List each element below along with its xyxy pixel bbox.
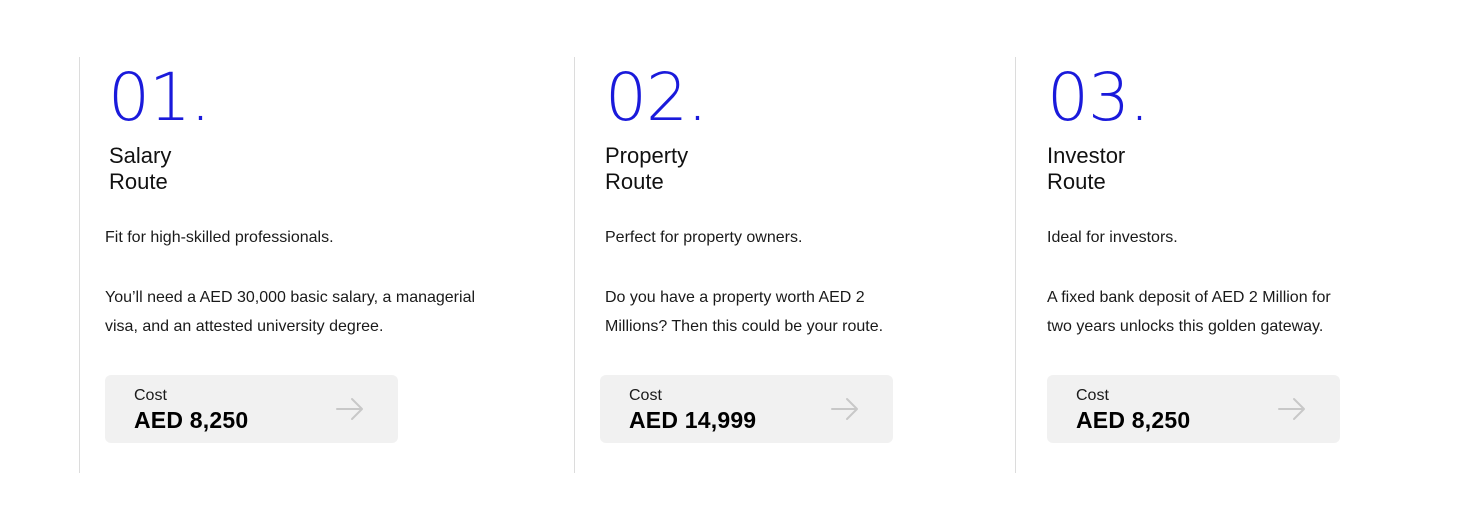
route-card-investor: 03. Investor Route Ideal for investors. … — [1015, 57, 1436, 473]
route-description-line: A fixed bank deposit of AED 2 Million fo… — [1047, 289, 1331, 306]
route-description-line: visa, and an attested university degree. — [105, 318, 384, 335]
route-number: 02. — [605, 59, 708, 136]
route-description: A fixed bank deposit of AED 2 Million fo… — [1047, 283, 1331, 341]
route-number: 01. — [108, 59, 211, 136]
route-description: You’ll need a AED 30,000 basic salary, a… — [105, 283, 475, 341]
route-title: Investor Route — [1047, 143, 1126, 194]
route-number: 03. — [1047, 59, 1150, 136]
route-tagline: Fit for high-skilled professionals. — [105, 229, 334, 246]
cost-value: AED 8,250 — [1076, 407, 1191, 433]
cost-button[interactable]: Cost AED 8,250 — [1047, 375, 1340, 443]
route-description: Do you have a property worth AED 2 Milli… — [605, 283, 883, 341]
route-card-salary: 01. Salary Route Fit for high-skilled pr… — [79, 57, 550, 473]
cost-value: AED 8,250 — [134, 407, 249, 433]
cost-button[interactable]: Cost AED 8,250 — [105, 375, 398, 443]
cost-label: Cost — [629, 387, 662, 404]
arrow-right-icon — [831, 398, 858, 420]
route-description-line: two years unlocks this golden gateway. — [1047, 318, 1324, 335]
cost-label: Cost — [1076, 387, 1109, 404]
cost-label: Cost — [134, 387, 167, 404]
route-description-line: Do you have a property worth AED 2 — [605, 289, 865, 306]
arrow-right-icon — [336, 398, 363, 420]
cost-value: AED 14,999 — [629, 407, 757, 433]
arrow-right-icon — [1278, 398, 1305, 420]
cost-button[interactable]: Cost AED 14,999 — [600, 375, 893, 443]
route-card-property: 02. Property Route Perfect for property … — [574, 57, 995, 473]
route-title: Salary Route — [109, 143, 172, 194]
route-description-line: You’ll need a AED 30,000 basic salary, a… — [105, 289, 476, 306]
route-description-line: Millions? Then this could be your route. — [605, 318, 884, 335]
route-title: Property Route — [605, 143, 689, 194]
route-tagline: Perfect for property owners. — [605, 229, 803, 246]
route-tagline: Ideal for investors. — [1047, 229, 1178, 246]
